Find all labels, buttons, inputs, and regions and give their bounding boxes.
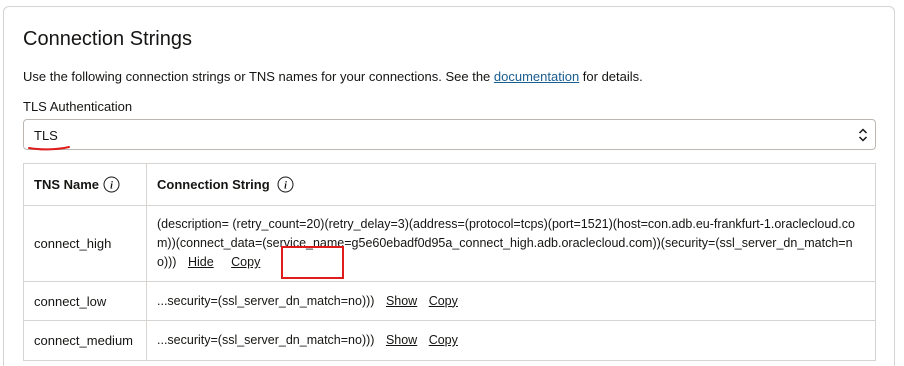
section-description: Use the following connection strings or …: [23, 69, 643, 84]
svg-text:i: i: [110, 181, 113, 192]
tls-auth-select[interactable]: TLS: [23, 119, 876, 151]
connection-strings-table: TNS Name i Connection String i connect_h…: [23, 163, 876, 361]
copy-link[interactable]: Copy: [429, 333, 458, 347]
select-chevron-icon: [858, 128, 868, 142]
connection-string-text: ...security=(ssl_server_dn_match=no))): [157, 293, 375, 308]
documentation-link[interactable]: documentation: [494, 69, 579, 84]
tls-auth-label: TLS Authentication: [23, 99, 133, 114]
connection-string-cell: ...security=(ssl_server_dn_match=no))) S…: [147, 331, 875, 350]
table-row: connect_low ...security=(ssl_server_dn_m…: [24, 282, 875, 321]
hide-link[interactable]: Hide: [188, 255, 214, 269]
info-icon[interactable]: i: [103, 176, 120, 193]
copy-link[interactable]: Copy: [429, 294, 458, 308]
connection-string-text: (description= (retry_count=20)(retry_del…: [157, 217, 855, 269]
tns-name-cell: connect_medium: [24, 321, 147, 360]
table-header-row: TNS Name i Connection String i: [24, 164, 875, 206]
tns-name-header: TNS Name i: [24, 164, 147, 205]
table-row: connect_medium ...security=(ssl_server_d…: [24, 321, 875, 361]
connection-strings-panel: Connection Strings Use the following con…: [3, 6, 895, 366]
copy-link[interactable]: Copy: [231, 255, 260, 269]
connection-string-cell: ...security=(ssl_server_dn_match=no))) S…: [147, 292, 875, 311]
red-underline-annotation: [28, 146, 70, 151]
show-link[interactable]: Show: [386, 294, 417, 308]
connection-string-header: Connection String i: [147, 175, 875, 194]
table-row: connect_high (description= (retry_count=…: [24, 206, 875, 282]
show-link[interactable]: Show: [386, 333, 417, 347]
connection-string-cell: (description= (retry_count=20)(retry_del…: [147, 215, 875, 272]
connection-string-header-label: Connection String: [157, 177, 270, 192]
tls-auth-selected-value: TLS: [34, 128, 58, 143]
connection-string-text: ...security=(ssl_server_dn_match=no))): [157, 333, 375, 347]
svg-text:i: i: [284, 181, 287, 192]
description-suffix: for details.: [579, 69, 643, 84]
description-prefix: Use the following connection strings or …: [23, 69, 494, 84]
tns-name-cell: connect_low: [24, 282, 147, 320]
tns-name-cell: connect_high: [24, 206, 147, 281]
tns-name-header-label: TNS Name: [34, 177, 100, 192]
info-icon[interactable]: i: [277, 176, 294, 193]
section-title: Connection Strings: [23, 28, 192, 50]
